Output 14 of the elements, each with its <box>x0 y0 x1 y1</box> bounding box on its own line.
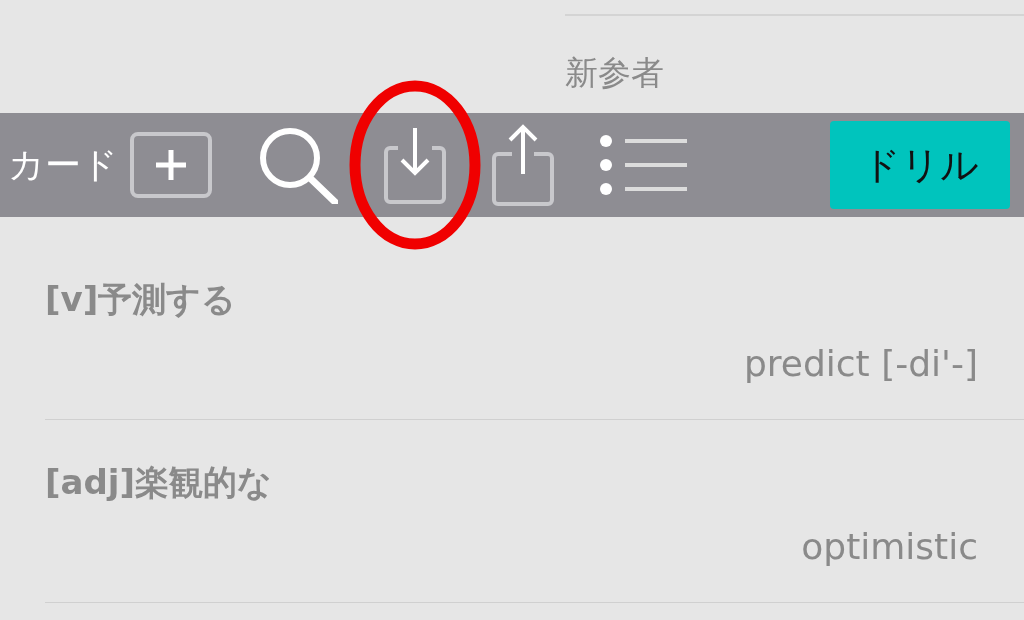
drill-button[interactable]: ドリル <box>830 121 1010 209</box>
card-back: predict [-di'-] <box>743 342 978 386</box>
card-front: [v]予測する <box>45 278 238 321</box>
download-icon[interactable] <box>384 126 446 204</box>
section-label: 新参者 <box>565 52 664 94</box>
add-icon[interactable] <box>130 132 212 198</box>
card-row[interactable]: [v]予測する predict [-di'-] <box>45 237 1024 420</box>
card-front: [adj]楽観的な <box>45 461 273 504</box>
list-icon[interactable] <box>600 135 687 195</box>
card-back: optimistic <box>801 525 978 569</box>
card-row[interactable]: [adj]楽観的な optimistic <box>45 420 1024 603</box>
search-icon[interactable] <box>258 126 338 204</box>
toolbar-title: カード <box>8 143 118 187</box>
share-icon[interactable] <box>492 124 554 206</box>
